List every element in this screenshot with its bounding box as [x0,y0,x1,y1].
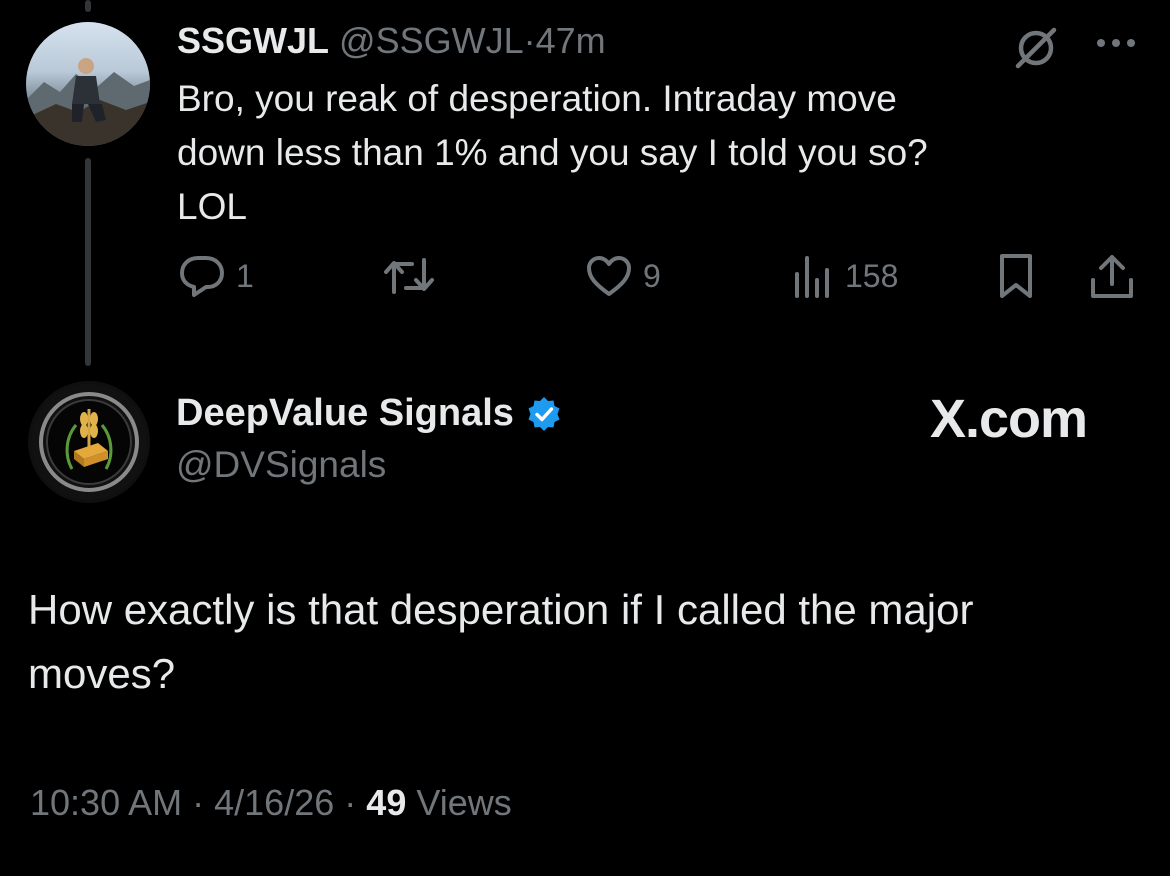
tweet-time[interactable]: 10:30 AM [30,782,182,823]
retweet-button[interactable] [382,252,446,300]
meta-separator: · [344,782,357,823]
reply-tweet-text: Bro, you reak of desperation. Intraday m… [177,72,1077,234]
thread-line [85,158,91,366]
tweet-meta: 10:30 AM · 4/16/26 · 49 Views [30,782,512,824]
author-handle[interactable]: @DVSignals [176,444,386,486]
author-name[interactable]: DeepValue Signals [176,392,514,435]
grok-icon[interactable] [1012,24,1060,72]
header-separator: · [523,20,536,61]
views-icon [795,256,829,298]
main-tweet-line: moves? [28,650,176,697]
reply-button[interactable]: 1 [178,252,254,300]
share-icon [1091,255,1133,298]
like-icon [587,256,631,296]
reply-tweet-line: LOL [177,186,247,227]
views-label[interactable]: Views [416,782,511,823]
avatar-dvsignals[interactable] [28,381,150,503]
share-button[interactable] [1088,252,1136,300]
reply-tweet-header: SSGWJL @SSGWJL·47m [177,20,606,62]
thread-line-top [85,0,91,12]
more-icon[interactable] [1094,36,1138,50]
views-count[interactable]: 49 [366,782,406,823]
view-count: 158 [845,257,899,294]
views-button[interactable]: 158 [793,252,898,300]
main-author-row: DeepValue Signals [176,392,562,435]
main-tweet-text: How exactly is that desperation if I cal… [28,578,1148,706]
tweet-date[interactable]: 4/16/26 [214,782,334,823]
author-handle[interactable]: @SSGWJL [339,20,524,61]
verified-badge-icon[interactable] [526,396,562,432]
bookmark-icon [1000,254,1032,298]
retweet-icon [384,258,434,294]
main-tweet-line: How exactly is that desperation if I cal… [28,586,974,633]
tweet-time[interactable]: 47m [536,20,606,61]
like-count: 9 [643,257,661,294]
meta-separator: · [192,782,205,823]
reply-tweet-line: down less than 1% and you say I told you… [177,132,928,173]
avatar-ssgwjl[interactable] [26,22,150,146]
bookmark-button[interactable] [996,252,1036,300]
author-name[interactable]: SSGWJL [177,20,329,61]
reply-tweet-line: Bro, you reak of desperation. Intraday m… [177,78,897,119]
like-button[interactable]: 9 [585,252,661,300]
x-brand-label: X.com [930,389,1088,449]
reply-icon [180,256,224,297]
reply-count: 1 [236,257,254,294]
